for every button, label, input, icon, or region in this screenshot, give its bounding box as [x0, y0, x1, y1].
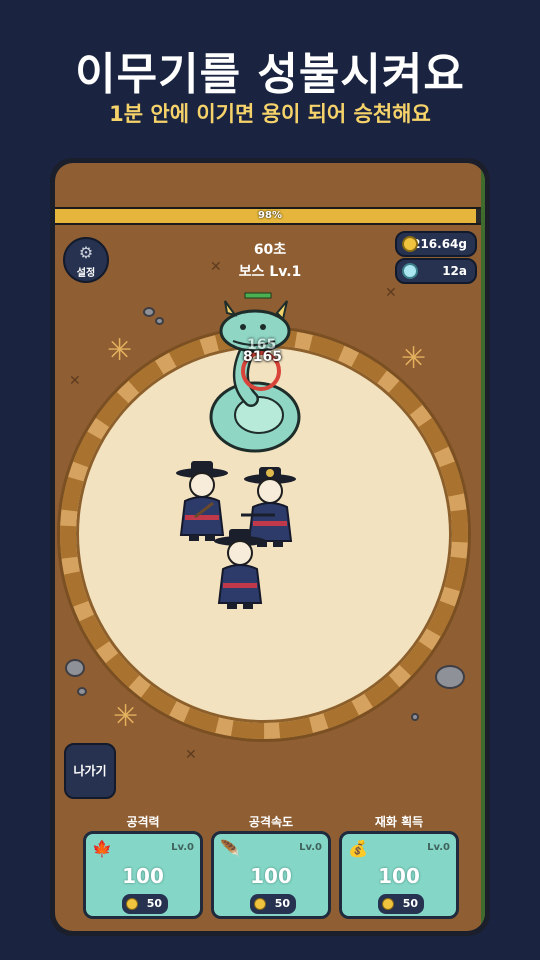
- dragon-boss[interactable]: [203, 291, 313, 461]
- money-bag-icon: 💰: [348, 839, 368, 858]
- boss-level-label: 보스 Lv.1: [238, 264, 302, 280]
- promo-subline: 1분 안에 이기면 용이 되어 승천해요: [109, 102, 431, 126]
- feather-icon: 🪶: [220, 839, 240, 858]
- ground-crack: ✕: [210, 259, 222, 275]
- coin-icon: [382, 898, 394, 910]
- upgrade-level: Lv.0: [171, 842, 194, 853]
- straw-tuft: ✳: [107, 333, 133, 368]
- ground-crack: ✕: [69, 373, 81, 389]
- upgrade-cost: 50: [146, 897, 162, 910]
- settings-button[interactable]: ⚙ 설정: [63, 237, 109, 283]
- upgrade-cost-button[interactable]: 50: [122, 894, 168, 914]
- upgrade-level: Lv.0: [427, 842, 450, 853]
- upgrade-title: 공격력: [126, 815, 160, 829]
- upgrade-card-currency-gain[interactable]: 💰 Lv.0 100 50: [339, 831, 459, 919]
- upgrade-value: 100: [378, 864, 420, 888]
- pebble: [77, 687, 87, 696]
- straw-tuft: ✳: [113, 699, 139, 734]
- gem-amount: 12a: [442, 264, 467, 278]
- upgrade-value: 100: [250, 864, 292, 888]
- pebble: [411, 713, 419, 721]
- upgrade-value: 100: [122, 864, 164, 888]
- exit-button[interactable]: 나가기: [64, 743, 116, 799]
- rock: [435, 665, 465, 689]
- promo-headline: 이무기를 성불시켜요: [75, 49, 465, 100]
- game-screen: 98% ⚙ 설정 60초 보스 Lv.1 216.64g 12a ✕ ✕ ✕ ✕…: [55, 163, 485, 931]
- coin-icon: [402, 236, 418, 252]
- soldier-swordsman: [214, 529, 266, 609]
- upgrade-cost: 50: [402, 897, 418, 910]
- damage-number: 8165: [243, 349, 282, 365]
- coin-icon: [126, 898, 138, 910]
- straw-tuft: ✳: [401, 341, 427, 376]
- ground-crack: ✕: [385, 285, 397, 301]
- gem-icon: [402, 263, 418, 279]
- upgrade-cost-button[interactable]: 50: [378, 894, 424, 914]
- maple-leaf-icon: 🍁: [92, 839, 112, 858]
- upgrade-level: Lv.0: [299, 842, 322, 853]
- pebble: [143, 307, 155, 317]
- pebble: [155, 317, 164, 325]
- ground-crack: ✕: [185, 747, 197, 763]
- round-timer: 60초: [253, 242, 287, 258]
- boss-hp-percent: 98%: [258, 210, 282, 221]
- rock: [65, 659, 85, 677]
- upgrade-cost: 50: [274, 897, 290, 910]
- upgrade-title: 재화 획득: [374, 815, 424, 829]
- settings-label: 설정: [76, 268, 96, 279]
- gold-amount: 216.64g: [412, 237, 467, 251]
- phone-frame: 98% ⚙ 설정 60초 보스 Lv.1 216.64g 12a ✕ ✕ ✕ ✕…: [50, 158, 490, 936]
- upgrade-cost-button[interactable]: 50: [250, 894, 296, 914]
- gold-counter: 216.64g: [395, 231, 477, 257]
- boss-hp-bar: 98%: [55, 207, 485, 225]
- coin-icon: [254, 898, 266, 910]
- gem-counter: 12a: [395, 258, 477, 284]
- upgrade-card-attack[interactable]: 🍁 Lv.0 100 50: [83, 831, 203, 919]
- upgrade-card-attack-speed[interactable]: 🪶 Lv.0 100 50: [211, 831, 331, 919]
- gear-icon: ⚙: [78, 243, 94, 262]
- upgrade-title: 공격속도: [248, 815, 294, 829]
